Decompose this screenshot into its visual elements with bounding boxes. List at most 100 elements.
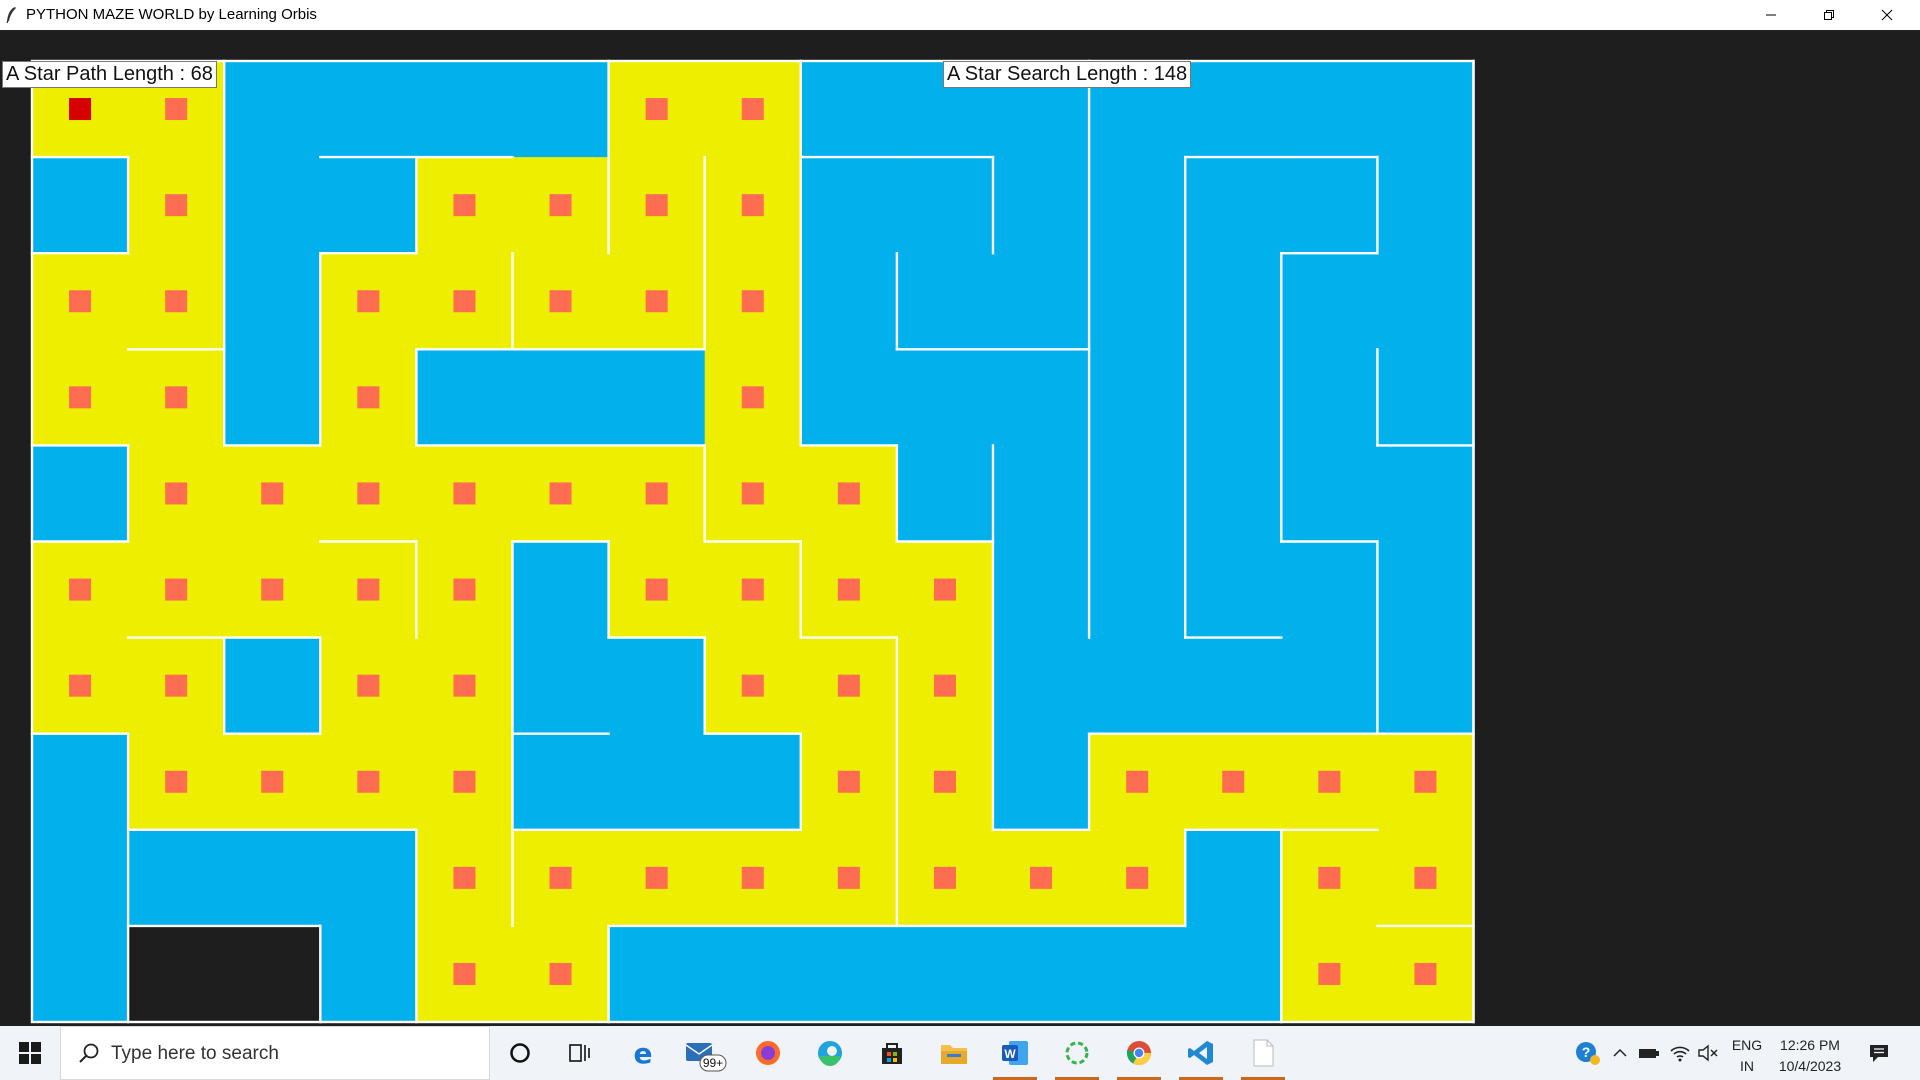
file-explorer-icon xyxy=(941,1045,967,1064)
maze-cell xyxy=(224,253,321,350)
word-button[interactable]: W xyxy=(987,1031,1043,1080)
maze-cell xyxy=(32,925,129,1023)
vscode-button[interactable] xyxy=(1173,1031,1229,1080)
path-marker xyxy=(741,386,764,409)
path-marker xyxy=(837,482,860,505)
path-marker xyxy=(261,578,284,601)
maze-cell xyxy=(1089,925,1186,1023)
path-marker xyxy=(69,290,92,313)
maze-cell xyxy=(32,157,129,254)
maze-cell xyxy=(1089,637,1186,735)
maze-cell xyxy=(320,829,417,927)
path-marker xyxy=(1414,866,1437,889)
battery-tray-button[interactable] xyxy=(1637,1041,1661,1065)
taskbar-search-box[interactable]: Type here to search xyxy=(60,1026,490,1080)
maze-cell xyxy=(416,61,514,158)
maze-cell xyxy=(512,637,610,735)
store-icon xyxy=(882,1043,902,1064)
firefox-button[interactable] xyxy=(740,1031,796,1075)
maze-cell xyxy=(1089,253,1186,350)
edge-button[interactable] xyxy=(802,1031,858,1075)
mail-icon: 99+ xyxy=(685,1043,727,1072)
maze-cell xyxy=(320,61,417,158)
path-marker xyxy=(453,962,476,985)
path-marker xyxy=(165,770,188,793)
app-button[interactable] xyxy=(1049,1031,1105,1080)
maze-cell xyxy=(704,925,802,1023)
network-tray-button[interactable] xyxy=(1668,1041,1692,1065)
maze-cell xyxy=(1377,541,1475,639)
path-marker xyxy=(165,482,188,505)
word-icon: W xyxy=(1002,1041,1028,1065)
help-tray-button[interactable]: ? xyxy=(1574,1039,1602,1067)
maze-cell xyxy=(416,349,514,446)
svg-text:?: ? xyxy=(1582,1044,1591,1060)
clock-time: 12:26 PM xyxy=(1780,1037,1840,1053)
path-marker xyxy=(165,386,188,409)
maze-cell xyxy=(896,253,994,350)
maze-cell xyxy=(993,253,1090,350)
start-button[interactable] xyxy=(0,1026,60,1080)
file-explorer-button[interactable] xyxy=(926,1031,982,1075)
blank-doc-icon xyxy=(1253,1039,1274,1067)
show-hidden-icons-button[interactable] xyxy=(1608,1041,1632,1065)
path-marker xyxy=(1222,770,1245,793)
path-marker xyxy=(645,482,668,505)
mail-badge: 99+ xyxy=(703,1056,723,1070)
svg-text:e: e xyxy=(634,1038,653,1068)
restore-icon xyxy=(1824,10,1834,20)
help-icon: ? xyxy=(1576,1042,1600,1065)
maze-cell xyxy=(993,637,1090,735)
cortana-button[interactable] xyxy=(492,1031,548,1075)
path-marker xyxy=(741,578,764,601)
maze-cell xyxy=(224,637,321,735)
maze-cell xyxy=(896,445,994,543)
maze-cell xyxy=(1281,445,1378,543)
volume-tray-button[interactable] xyxy=(1696,1041,1720,1065)
maze-cell xyxy=(993,541,1090,639)
region-code: IN xyxy=(1740,1058,1754,1074)
maze-cell xyxy=(512,733,610,831)
maze-cell xyxy=(320,157,417,254)
maze-canvas: A Star Path Length : 68 A Star Search Le… xyxy=(0,30,1920,1026)
path-marker xyxy=(165,98,188,121)
maze-cell xyxy=(1185,445,1282,543)
maze-cell xyxy=(993,925,1090,1023)
maze-cell xyxy=(224,349,321,446)
document-button[interactable] xyxy=(1235,1031,1291,1080)
path-marker xyxy=(837,674,860,697)
clock[interactable]: 12:26 PM 10/4/2023 xyxy=(1772,1035,1848,1077)
edge-legacy-icon: e xyxy=(634,1038,653,1068)
path-marker xyxy=(453,674,476,697)
path-marker xyxy=(69,386,92,409)
minimize-button[interactable] xyxy=(1742,0,1800,30)
store-button[interactable] xyxy=(864,1031,920,1075)
chrome-icon xyxy=(1127,1041,1151,1066)
vscode-icon xyxy=(1188,1041,1213,1065)
maze-cell xyxy=(32,445,129,543)
task-view-button[interactable] xyxy=(552,1031,608,1075)
mail-button[interactable]: 99+ xyxy=(676,1031,732,1075)
maze-cell xyxy=(512,349,610,446)
path-marker xyxy=(165,578,188,601)
notification-icon[interactable] xyxy=(1866,1040,1892,1066)
chrome-button[interactable] xyxy=(1111,1031,1167,1080)
edge-icon xyxy=(818,1041,842,1066)
firefox-icon xyxy=(756,1041,780,1065)
path-marker xyxy=(453,770,476,793)
language-code: ENG xyxy=(1731,1037,1763,1053)
path-marker xyxy=(165,674,188,697)
path-marker xyxy=(741,98,764,121)
maze-cell xyxy=(896,349,994,446)
maze-cell xyxy=(1185,637,1282,735)
language-indicator[interactable]: ENG IN xyxy=(1722,1035,1772,1077)
path-marker xyxy=(741,674,764,697)
maze-cell xyxy=(224,61,321,158)
path-marker xyxy=(453,578,476,601)
close-button[interactable] xyxy=(1858,0,1916,30)
path-marker xyxy=(645,98,668,121)
svg-text:W: W xyxy=(1004,1047,1016,1061)
restore-button[interactable] xyxy=(1800,0,1858,30)
battery-icon xyxy=(1639,1049,1659,1058)
ie-button[interactable]: e xyxy=(615,1031,671,1075)
